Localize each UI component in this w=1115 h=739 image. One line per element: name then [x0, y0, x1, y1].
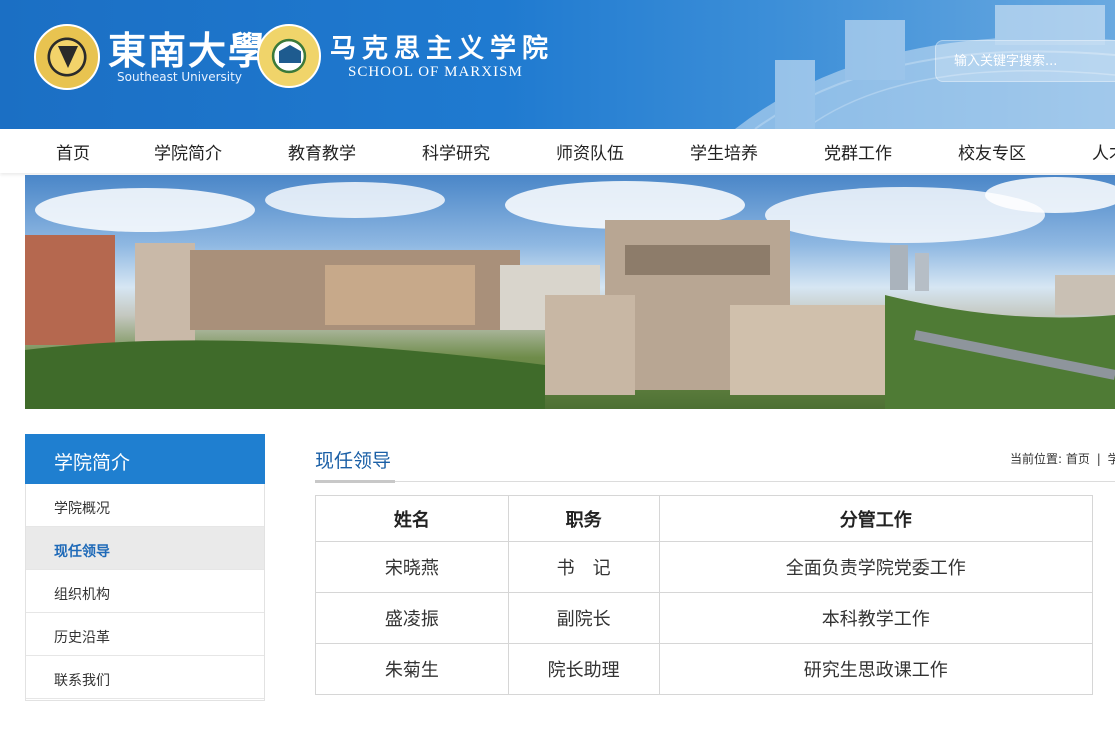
campus-banner-image [25, 175, 1115, 409]
sidebar-item-current-leaders[interactable]: 现任领导 [26, 527, 264, 570]
university-name-en: Southeast University [117, 70, 242, 84]
breadcrumb-separator: | [1096, 452, 1101, 466]
nav-item-students[interactable]: 学生培养 [690, 139, 758, 164]
southeast-university-seal-logo[interactable] [34, 24, 100, 90]
nav-item-research[interactable]: 科学研究 [422, 139, 490, 164]
leaders-table: 姓名 职务 分管工作 宋晓燕 书 记 全面负责学院党委工作 盛凌振 副院长 本科… [315, 495, 1094, 695]
cell-position: 书 记 [507, 541, 660, 593]
breadcrumb-prefix: 当前位置: [1010, 452, 1063, 466]
column-header-responsibility: 分管工作 [658, 495, 1094, 542]
sidebar: 学院简介 学院概况 现任领导 组织机构 历史沿革 联系我们 [25, 434, 265, 701]
cell-name: 盛凌振 [315, 592, 509, 644]
university-name-cn: 東南大學 [108, 28, 269, 73]
cell-name: 朱菊生 [315, 643, 509, 695]
cell-name: 宋晓燕 [315, 541, 509, 593]
sidebar-item-history[interactable]: 历史沿革 [26, 613, 264, 656]
title-divider-accent [315, 480, 395, 483]
breadcrumb: 当前位置: 首页 | 学 [1010, 450, 1115, 467]
main-nav: 首页 学院简介 教育教学 科学研究 师资队伍 学生培养 党群工作 校友专区 人才 [0, 129, 1115, 173]
school-of-marxism-seal-logo[interactable] [257, 24, 321, 88]
column-header-name: 姓名 [315, 495, 509, 542]
school-name-cn: 马克思主义学院 [330, 34, 555, 64]
table-header-row: 姓名 职务 分管工作 [315, 495, 1094, 542]
table-row: 盛凌振 副院长 本科教学工作 [315, 592, 1094, 644]
nav-item-faculty[interactable]: 师资队伍 [556, 139, 624, 164]
search-input[interactable] [954, 41, 1114, 81]
sidebar-item-contact[interactable]: 联系我们 [26, 656, 264, 699]
school-name-en: SCHOOL OF MARXISM [348, 64, 523, 80]
nav-item-home[interactable]: 首页 [56, 139, 90, 164]
breadcrumb-home[interactable]: 首页 [1066, 452, 1090, 466]
title-divider [315, 481, 1115, 482]
site-header: 東南大學 Southeast University 马克思主义学院 SCHOOL… [0, 0, 1115, 129]
page-title: 现任领导 [315, 450, 392, 472]
nav-item-education[interactable]: 教育教学 [288, 139, 356, 164]
column-header-position: 职务 [507, 495, 660, 542]
nav-item-talent[interactable]: 人才 [1092, 139, 1115, 164]
sidebar-item-label: 现任领导 [54, 544, 110, 560]
search-box[interactable] [935, 40, 1115, 82]
table-row: 朱菊生 院长助理 研究生思政课工作 [315, 643, 1094, 695]
cell-responsibility: 本科教学工作 [658, 592, 1094, 644]
table-row: 宋晓燕 书 记 全面负责学院党委工作 [315, 541, 1094, 593]
sidebar-item-label: 历史沿革 [54, 630, 110, 646]
sidebar-item-label: 学院概况 [54, 501, 110, 517]
cell-position: 院长助理 [507, 643, 660, 695]
sidebar-item-label: 联系我们 [54, 673, 110, 689]
sidebar-item-overview[interactable]: 学院概况 [26, 484, 264, 527]
cell-responsibility: 全面负责学院党委工作 [658, 541, 1094, 593]
cell-responsibility: 研究生思政课工作 [658, 643, 1094, 695]
nav-item-party[interactable]: 党群工作 [824, 139, 892, 164]
cell-position: 副院长 [507, 592, 660, 644]
nav-item-alumni[interactable]: 校友专区 [958, 139, 1026, 164]
sidebar-item-organization[interactable]: 组织机构 [26, 570, 264, 613]
campus-photo [25, 177, 1115, 409]
breadcrumb-current[interactable]: 学 [1108, 452, 1115, 466]
nav-item-about[interactable]: 学院简介 [154, 139, 222, 164]
sidebar-title: 学院简介 [25, 434, 265, 484]
sidebar-item-label: 组织机构 [54, 587, 110, 603]
